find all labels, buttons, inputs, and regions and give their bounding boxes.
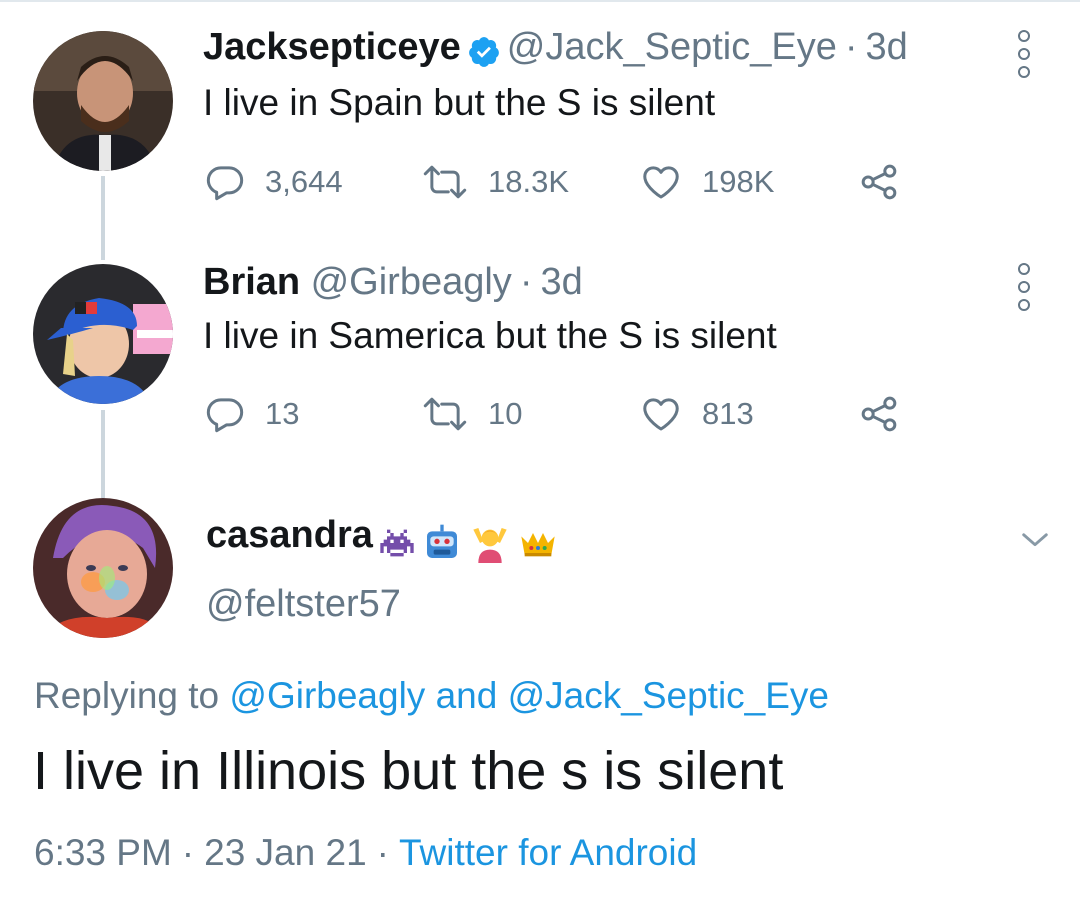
reply-button[interactable]: 3,644 [205,162,343,202]
separator: · [519,261,533,303]
retweet-icon [423,397,467,431]
replying-user-link[interactable]: @Girbeagly [229,675,425,716]
tweet-text: I live in Spain but the S is silent [203,82,716,123]
retweet-button[interactable]: 18.3K [422,162,569,202]
reply-count: 3,644 [265,164,343,199]
crown-icon [521,532,555,557]
retweet-button[interactable]: 10 [422,394,522,434]
like-button[interactable]: 198K [640,162,774,202]
more-icon[interactable] [1016,30,1032,86]
like-button[interactable]: 813 [640,394,754,434]
more-icon[interactable] [1016,263,1032,319]
display-name[interactable]: Brian [203,261,300,303]
name-emojis [377,523,560,563]
display-name[interactable]: Jacksepticeye [203,26,461,68]
retweet-count: 10 [488,396,523,431]
robot-icon [427,524,458,558]
tweet-date[interactable]: 23 Jan 21 [204,832,367,873]
chevron-down-icon[interactable] [1018,522,1052,556]
replying-to: Replying to @Girbeagly and @Jack_Septic_… [34,675,829,717]
handle[interactable]: @Jack_Septic_Eye [507,26,837,68]
main-tweet-text: I live in Illinois but the s is silent [33,741,784,801]
avatar[interactable] [33,264,173,404]
display-name[interactable]: casandra [206,514,373,556]
replying-prefix: Replying to [34,675,220,716]
top-divider [0,0,1080,2]
like-icon [643,166,679,199]
main-author[interactable]: casandra [206,514,560,563]
tweet-source-link[interactable]: Twitter for Android [399,832,697,873]
tweet-text: I live in Samerica but the S is silent [203,315,777,356]
verified-badge-icon [467,35,501,74]
timestamp[interactable]: 3d [866,26,908,68]
like-count: 198K [702,164,775,199]
handle[interactable]: @Girbeagly [311,261,512,303]
avatar[interactable] [33,498,173,638]
like-count: 813 [702,396,754,431]
retweet-count: 18.3K [488,164,570,199]
retweet-icon [423,165,467,199]
thread-line [101,176,105,260]
share-button[interactable] [858,394,900,434]
separator: · [181,832,195,873]
person-gesturing-ok-icon [473,527,507,563]
tweet-time[interactable]: 6:33 PM [34,832,172,873]
alien-monster-icon [380,529,414,557]
reply-icon [206,398,244,433]
tweet-header: Jacksepticeye @Jack_Septic_Eye · 3d [203,26,908,74]
tweet-meta: 6:33 PM · 23 Jan 21 · Twitter for Android [34,832,697,874]
separator: · [844,26,858,68]
replying-and[interactable]: and [436,675,498,716]
timestamp[interactable]: 3d [540,261,582,303]
replying-user-link[interactable]: @Jack_Septic_Eye [508,675,829,716]
share-icon [861,396,897,432]
share-button[interactable] [858,162,900,202]
like-icon [643,398,679,431]
reply-count: 13 [265,396,300,431]
reply-icon [206,166,244,201]
avatar[interactable] [33,31,173,171]
tweet-header: Brian @Girbeagly · 3d [203,261,583,304]
handle[interactable]: @feltster57 [206,583,401,626]
reply-button[interactable]: 13 [205,394,299,434]
thread-line [101,410,105,498]
share-icon [861,164,897,200]
separator: · [376,832,389,873]
